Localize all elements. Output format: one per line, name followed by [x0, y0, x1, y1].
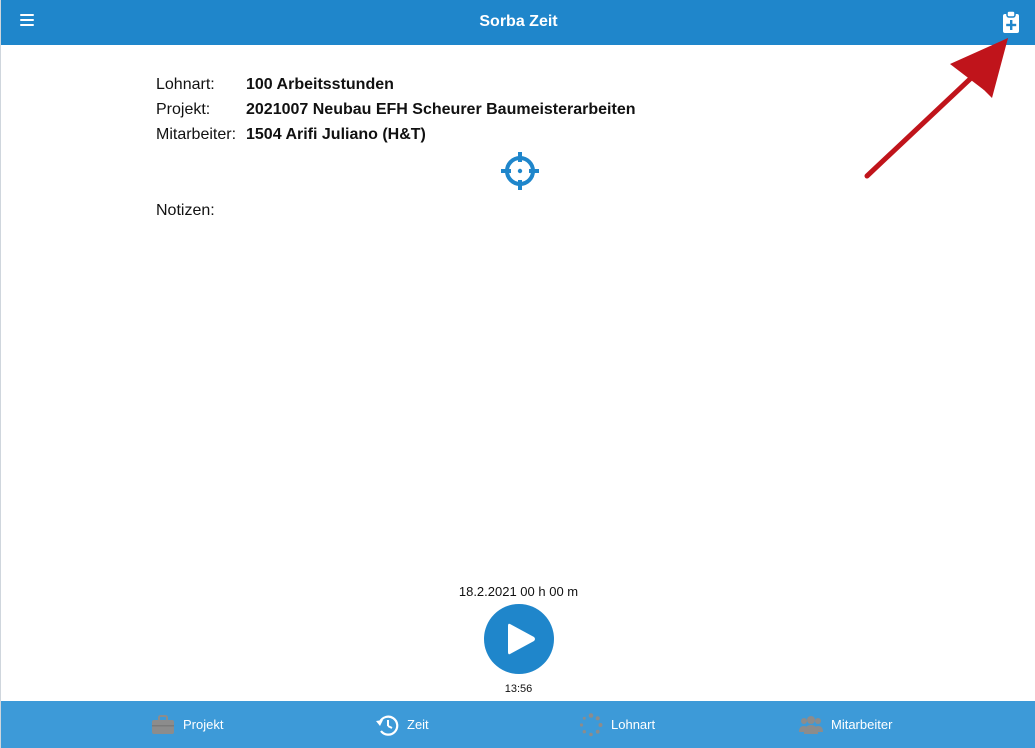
notes-label: Notizen:	[156, 202, 215, 219]
nav-item-zeit[interactable]: Zeit	[375, 701, 429, 748]
spinner-icon	[579, 712, 603, 736]
top-bar: Sorba Zeit	[1, 0, 1035, 45]
crosshair-icon[interactable]	[500, 151, 540, 191]
nav-label: Lohnart	[611, 717, 656, 732]
nav-item-lohnart[interactable]: Lohnart	[579, 701, 655, 748]
annotation-arrow-icon	[864, 38, 1008, 179]
detail-value[interactable]: 2021007 Neubau EFH Scheurer Baumeisterar…	[246, 101, 636, 119]
timer-date-duration: 18.2.2021 00 h 00 m	[458, 584, 579, 599]
clock-history-icon	[376, 715, 399, 736]
nav-label: Zeit	[407, 717, 429, 732]
users-icon	[799, 715, 823, 734]
app-title: Sorba Zeit	[479, 13, 558, 30]
detail-label: Projekt:	[156, 101, 211, 118]
detail-label: Lohnart:	[156, 76, 215, 93]
nav-label: Projekt	[183, 717, 224, 732]
clipboard-plus-icon[interactable]	[1000, 10, 1022, 34]
detail-value[interactable]: 100 Arbeitsstunden	[246, 76, 394, 94]
app-window: Sorba Zeit Lohnart: 100 Arbeitsstunden P…	[0, 0, 1035, 748]
nav-label: Mitarbeiter	[831, 717, 893, 732]
detail-label: Mitarbeiter:	[156, 126, 237, 143]
nav-item-projekt[interactable]: Projekt	[151, 701, 223, 748]
play-icon	[508, 623, 535, 655]
clock-time: 13:56	[504, 683, 533, 695]
bottom-nav: Projekt Zeit Lohnart Mitarbeiter	[1, 701, 1035, 748]
briefcase-icon	[152, 714, 174, 734]
detail-value[interactable]: 1504 Arifi Juliano (H&T)	[246, 126, 426, 144]
play-button[interactable]	[484, 604, 554, 674]
nav-item-mitarbeiter[interactable]: Mitarbeiter	[799, 701, 892, 748]
